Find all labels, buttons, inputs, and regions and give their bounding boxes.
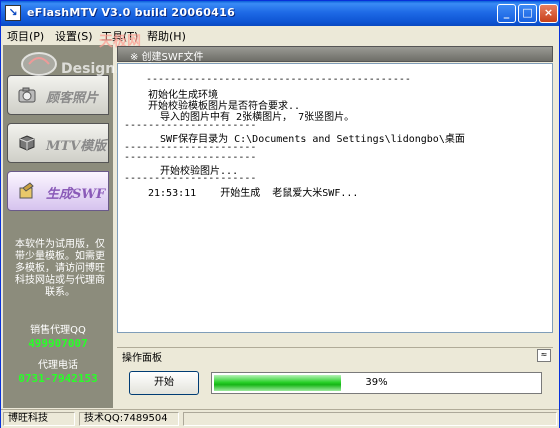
title-bar[interactable]: ↘ eFlashMTV V3.0 build 20060416 _ □ × (1, 1, 559, 26)
status-company: 博旺科技 (3, 412, 75, 426)
sidebar: 顾客照片 MTV模版 生成SWF 本软件为试用版，仅带少量模板。如需更多模板，请… (3, 45, 113, 408)
menu-project[interactable]: 项目(P) (7, 28, 44, 44)
maximize-button[interactable]: □ (518, 4, 537, 23)
phone-label: 代理电话 (38, 360, 78, 371)
window-title: eFlashMTV V3.0 build 20060416 (27, 6, 236, 19)
minimize-button[interactable]: _ (497, 4, 516, 23)
sales-qq-label: 销售代理QQ (30, 325, 86, 336)
log-output[interactable]: ----------------------------------------… (117, 63, 553, 333)
photo-icon (18, 87, 36, 103)
sidebar-tab-label: 顾客照片 (46, 91, 99, 106)
menu-help[interactable]: 帮助(H) (147, 28, 186, 44)
start-button[interactable]: 开始 (129, 371, 199, 395)
sidebar-tab-customer-photos[interactable]: 顾客照片 (7, 75, 109, 115)
progress-text: 39% (365, 377, 388, 388)
watermark-logo (21, 52, 57, 76)
template-icon (19, 135, 35, 151)
sales-qq-number: 499907007 (28, 337, 88, 350)
operation-panel-header: 操作面板 ≈ (117, 347, 553, 364)
log-line: ----------------------------------------… (146, 74, 411, 85)
status-bar: 博旺科技 技术QQ:7489504 (1, 409, 559, 428)
status-empty (183, 412, 557, 426)
menu-settings[interactable]: 设置(S) (55, 28, 93, 44)
trial-notice: 本软件为试用版，仅带少量模板。如需更多模板，请访问博旺科技网站或与代理商联系。 (15, 239, 105, 298)
sidebar-tab-label: MTV模版 (46, 139, 107, 154)
collapse-button[interactable]: ≈ (537, 349, 551, 362)
operation-panel: 开始 39% (117, 362, 553, 402)
phone-number: 0731-7942153 (18, 372, 98, 385)
sidebar-tab-generate-swf[interactable]: 生成SWF (7, 171, 109, 211)
menu-bar: 项目(P) 设置(S) 工具(T) 帮助(H) (1, 26, 559, 44)
sidebar-tab-mtv-templates[interactable]: MTV模版 (7, 123, 109, 163)
app-icon[interactable]: ↘ (5, 5, 21, 21)
generate-icon (19, 182, 34, 199)
main-panel-header: ※ 创建SWF文件 (117, 46, 553, 63)
progress-bar: 39% (211, 372, 542, 394)
app-window: ↘ eFlashMTV V3.0 build 20060416 _ □ × 项目… (0, 0, 560, 428)
close-button[interactable]: × (539, 4, 558, 23)
log-line: ---------------------- (124, 173, 257, 184)
sidebar-tab-label: 生成SWF (46, 187, 106, 202)
status-support-qq: 技术QQ:7489504 (79, 412, 179, 426)
log-line: 21:53:11 开始生成 老鼠爱大米SWF... (148, 188, 359, 199)
main-panel-title: ※ 创建SWF文件 (130, 52, 204, 63)
